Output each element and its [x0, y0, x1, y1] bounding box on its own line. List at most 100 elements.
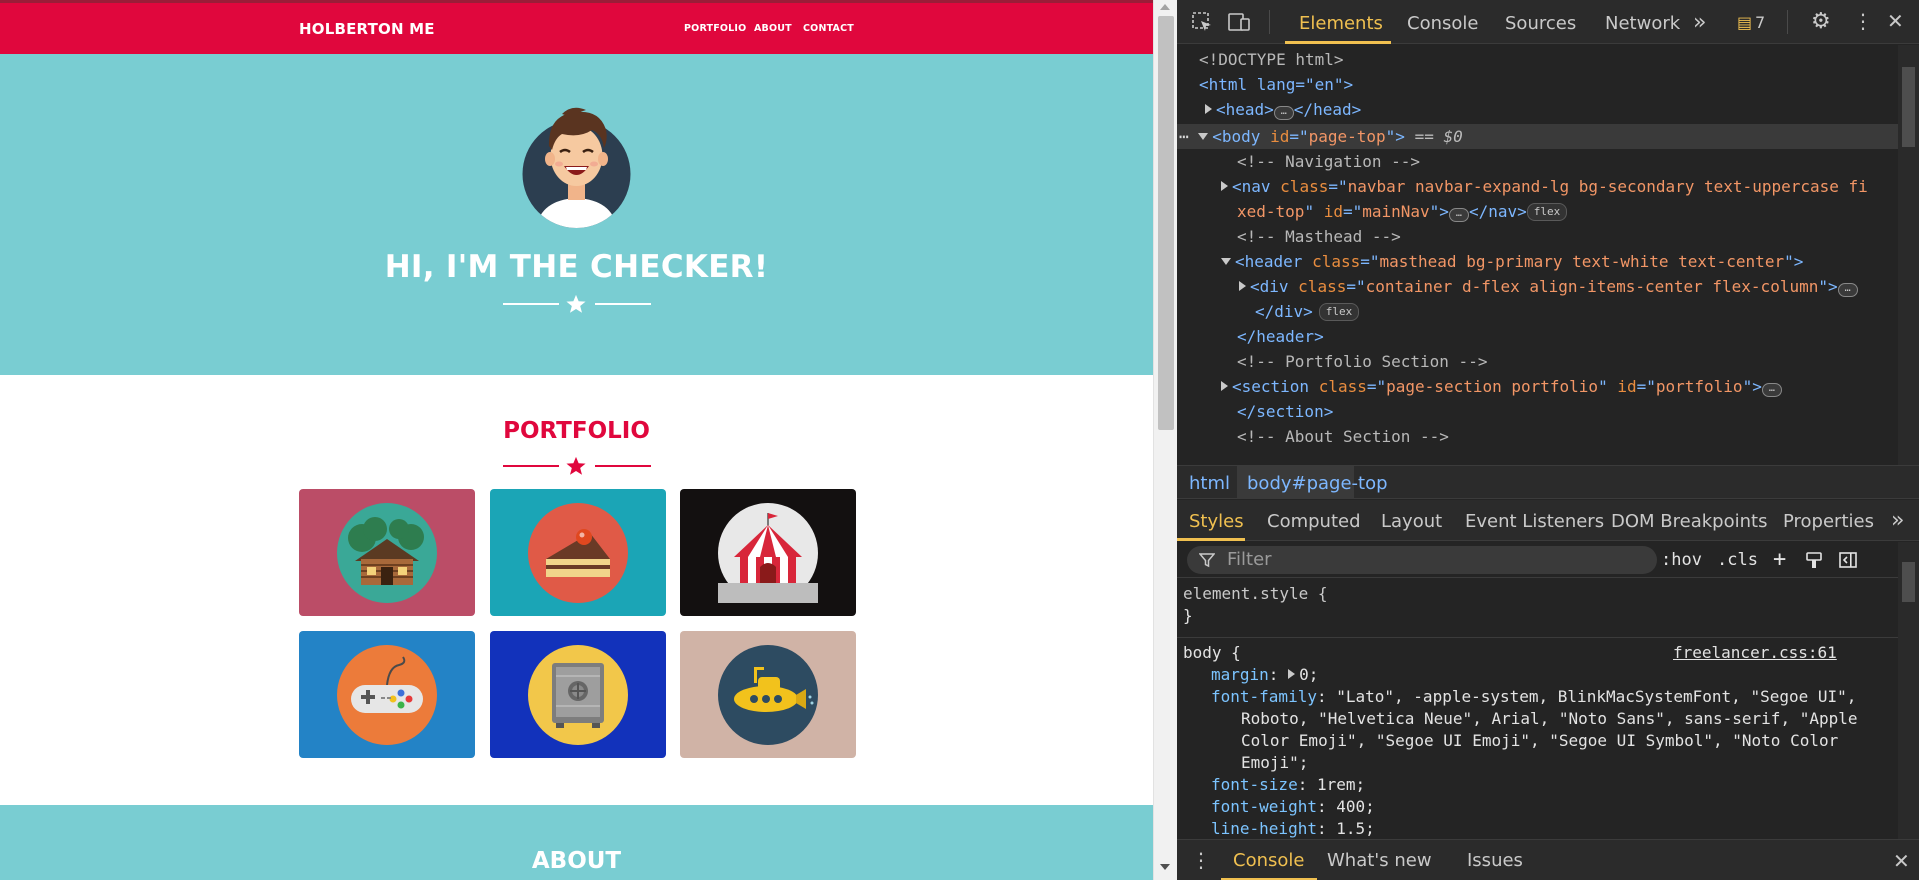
active-styles-tab-indicator: [1177, 538, 1245, 541]
code-div-close[interactable]: </div> flex: [1255, 299, 1360, 324]
tab-computed[interactable]: Computed: [1267, 511, 1361, 532]
hero-star-divider: [503, 294, 651, 314]
tab-network[interactable]: Network: [1605, 13, 1680, 34]
devtools-panel: Elements Console Sources Network » ▤ 7 ⚙…: [1177, 0, 1919, 880]
portfolio-heading: PORTFOLIO: [503, 418, 650, 444]
code-comment-portfolio[interactable]: <!-- Portfolio Section -->: [1237, 349, 1487, 374]
element-style-rule[interactable]: element.style {: [1183, 583, 1328, 605]
styles-scrollbar[interactable]: [1898, 542, 1919, 839]
drawer-tab-console[interactable]: Console: [1233, 850, 1304, 871]
code-section-close[interactable]: </section>: [1237, 399, 1333, 424]
tab-console[interactable]: Console: [1407, 13, 1478, 34]
web-page-viewport: HOLBERTON ME PORTFOLIO ABOUT CONTACT HI,…: [0, 0, 1153, 880]
issues-count[interactable]: 7: [1755, 13, 1765, 32]
expand-triangle-icon[interactable]: [1205, 104, 1212, 114]
tab-dom-breakpoints[interactable]: DOM Breakpoints: [1611, 511, 1767, 532]
nav-link-about[interactable]: ABOUT: [754, 23, 792, 34]
code-header[interactable]: <header class="masthead bg-primary text-…: [1221, 249, 1803, 274]
drawer-tab-issues[interactable]: Issues: [1467, 850, 1523, 871]
tab-sources[interactable]: Sources: [1505, 13, 1576, 34]
decl-font-weight[interactable]: font-weight: 400;: [1211, 796, 1375, 818]
portfolio-item-safe[interactable]: [490, 631, 666, 758]
settings-gear-icon[interactable]: ⚙: [1811, 9, 1831, 34]
close-drawer-icon[interactable]: ✕: [1893, 849, 1910, 873]
flex-badge[interactable]: flex: [1526, 203, 1568, 221]
tab-elements[interactable]: Elements: [1299, 13, 1383, 34]
expand-triangle-icon[interactable]: [1221, 381, 1228, 391]
expand-triangle-icon[interactable]: [1221, 181, 1228, 191]
portfolio-item-cabin[interactable]: [299, 489, 475, 616]
cabin-icon: [337, 503, 437, 603]
portfolio-item-submarine[interactable]: [680, 631, 856, 758]
collapse-triangle-icon[interactable]: [1198, 133, 1209, 140]
scroll-up-arrow-icon[interactable]: [1160, 4, 1170, 10]
styles-scroll-thumb[interactable]: [1902, 562, 1915, 602]
decl-font-size[interactable]: font-size: 1rem;: [1211, 774, 1365, 796]
code-header-close[interactable]: </header>: [1237, 324, 1324, 349]
elements-scroll-thumb[interactable]: [1902, 67, 1915, 147]
hover-state-toggle[interactable]: :hov: [1661, 550, 1702, 570]
code-body[interactable]: ⋯ <body id="page-top"> == $0: [1179, 124, 1463, 149]
portfolio-item-game[interactable]: [299, 631, 475, 758]
breadcrumb-body[interactable]: body#page-top: [1247, 473, 1388, 494]
code-comment-masthead[interactable]: <!-- Masthead -->: [1237, 224, 1401, 249]
tab-layout[interactable]: Layout: [1381, 511, 1442, 532]
code-html[interactable]: <html lang="en">: [1199, 72, 1353, 97]
tab-properties[interactable]: Properties: [1783, 511, 1874, 532]
tab-styles[interactable]: Styles: [1189, 511, 1244, 532]
expand-triangle-icon[interactable]: [1239, 281, 1246, 291]
cake-icon: [528, 503, 628, 603]
body-rule-selector[interactable]: body {: [1183, 642, 1241, 664]
expand-shorthand-triangle-icon[interactable]: [1288, 669, 1296, 679]
submarine-icon: [718, 645, 818, 745]
toggle-sidebar-icon[interactable]: [1839, 551, 1857, 569]
class-toggle[interactable]: .cls: [1717, 550, 1758, 570]
decl-font-family[interactable]: font-family: "Lato", -apple-system, Blin…: [1211, 686, 1856, 708]
nav-link-portfolio[interactable]: PORTFOLIO: [684, 23, 746, 34]
scroll-thumb[interactable]: [1158, 16, 1174, 430]
brand-link[interactable]: HOLBERTON ME: [299, 20, 435, 38]
decl-line-height[interactable]: line-height: 1.5;: [1211, 818, 1375, 840]
device-toolbar-icon[interactable]: [1227, 11, 1251, 33]
ellipsis-badge[interactable]: …: [1761, 383, 1782, 397]
elements-scrollbar[interactable]: [1898, 45, 1919, 465]
body-rule-source-link[interactable]: freelancer.css:61: [1673, 642, 1837, 664]
circus-tent-icon: [718, 503, 818, 603]
inspect-element-icon[interactable]: [1191, 11, 1213, 33]
flex-badge[interactable]: flex: [1318, 303, 1360, 321]
ellipsis-badge[interactable]: …: [1448, 208, 1469, 222]
portfolio-section: PORTFOLIO: [0, 375, 1153, 805]
code-head[interactable]: <head>… </head>: [1205, 97, 1361, 122]
breadcrumb-html[interactable]: html: [1189, 473, 1230, 494]
tab-event-listeners[interactable]: Event Listeners: [1465, 511, 1604, 532]
ellipsis-badge[interactable]: …: [1273, 106, 1294, 120]
ellipsis-badge[interactable]: …: [1837, 283, 1858, 297]
scroll-down-arrow-icon[interactable]: [1160, 864, 1170, 870]
collapse-triangle-icon[interactable]: [1221, 258, 1231, 265]
more-panes-chevron-icon[interactable]: »: [1891, 508, 1904, 533]
new-style-rule-plus-icon[interactable]: +: [1773, 547, 1786, 572]
code-comment-about[interactable]: <!-- About Section -->: [1237, 424, 1449, 449]
page-scrollbar[interactable]: [1153, 0, 1177, 880]
more-options-icon[interactable]: ⋮: [1853, 9, 1873, 33]
code-doctype[interactable]: <!DOCTYPE html>: [1199, 47, 1344, 72]
code-nav[interactable]: <nav class="navbar navbar-expand-lg bg-s…: [1221, 174, 1868, 199]
more-tabs-chevron-icon[interactable]: »: [1693, 10, 1706, 35]
filter-placeholder[interactable]: Filter: [1227, 549, 1272, 570]
console-drawer-tabs: ⋮ Console What's new Issues ✕: [1177, 839, 1919, 880]
drawer-menu-icon[interactable]: ⋮: [1191, 848, 1211, 872]
paint-brush-icon[interactable]: [1805, 551, 1823, 569]
close-devtools-icon[interactable]: ✕: [1887, 9, 1904, 33]
portfolio-item-circus[interactable]: [680, 489, 856, 616]
code-section[interactable]: <section class="page-section portfolio" …: [1221, 374, 1782, 399]
nav-link-contact[interactable]: CONTACT: [803, 23, 854, 34]
decl-margin[interactable]: margin: 0;: [1211, 664, 1318, 686]
code-comment-nav[interactable]: <!-- Navigation -->: [1237, 149, 1420, 174]
code-nav-cont[interactable]: xed-top" id="mainNav">… </nav> flex: [1237, 199, 1568, 224]
star-icon: [566, 294, 586, 313]
code-div[interactable]: <div class="container d-flex align-items…: [1239, 274, 1858, 299]
portfolio-item-cake[interactable]: [490, 489, 666, 616]
masthead: HI, I'M THE CHECKER!: [0, 54, 1153, 375]
issues-message-icon[interactable]: ▤: [1737, 13, 1752, 32]
drawer-tab-whats-new[interactable]: What's new: [1327, 850, 1432, 871]
